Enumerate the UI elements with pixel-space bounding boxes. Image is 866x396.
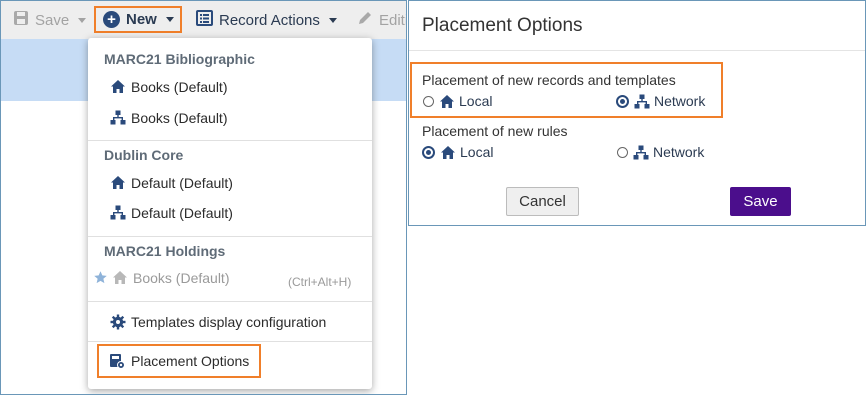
keyboard-shortcut: (Ctrl+Alt+H) [288,275,352,289]
pencil-icon [357,10,373,30]
menu-item-label: Templates display configuration [131,313,327,330]
network-icon [634,94,650,109]
placement-options-dialog: Placement Options Placement of new recor… [408,0,866,226]
menu-divider [88,140,372,141]
records-local-radio[interactable]: Local [423,93,492,109]
highlight-box [410,62,723,118]
local-label: Local [459,93,493,109]
network-label: Network [653,144,705,160]
menu-item-label: Books (Default) [131,78,228,95]
rules-local-radio[interactable]: Local [422,144,493,160]
radio-unselected [617,146,628,158]
star-icon [92,269,109,286]
menu-header-dublin-core: Dublin Core [104,147,184,163]
network-icon [109,204,126,221]
radio-unselected [423,95,434,107]
chevron-down-icon [78,17,87,23]
plus-circle-icon: + [103,11,120,28]
records-group-label: Placement of new records and templates [422,72,676,88]
menu-header-marc21-holdings: MARC21 Holdings [104,243,226,259]
toolbar: Save + New Record Actions Editi [1,1,406,40]
house-icon [111,269,128,286]
placement-settings-icon [109,353,125,369]
new-dropdown-menu: MARC21 Bibliographic Books (Default) Boo… [88,38,372,389]
chevron-down-icon [328,17,337,23]
edit-toolbar-button[interactable]: Editi [357,1,407,39]
record-icon [196,10,213,30]
rules-network-radio[interactable]: Network [617,144,704,160]
network-label: Network [654,93,706,109]
cancel-button[interactable]: Cancel [506,187,579,216]
record-actions-label: Record Actions [219,11,320,29]
gear-icon [109,313,126,330]
menu-item-marc21-books-local[interactable]: Books (Default) [109,78,227,95]
menu-divider [88,236,372,237]
save-toolbar-label: Save [35,11,70,29]
new-label: New [126,11,157,28]
floppy-disk-icon [13,10,29,30]
save-button[interactable]: Save [730,187,791,216]
menu-item-label: Default (Default) [131,174,233,191]
edit-toolbar-label: Editi [379,11,407,29]
menu-item-templates-display-configuration[interactable]: Templates display configuration [109,313,326,330]
menu-item-dublin-default-network[interactable]: Default (Default) [109,204,233,221]
house-icon [109,78,126,95]
menu-item-label: Placement Options [131,353,250,369]
menu-item-holdings-books-local[interactable]: Books (Default) [92,269,229,286]
dialog-title: Placement Options [422,15,583,36]
save-toolbar-button[interactable]: Save [13,1,87,39]
house-icon [439,94,455,109]
network-icon [633,145,649,160]
menu-item-dublin-default-local[interactable]: Default (Default) [109,174,233,191]
menu-item-label: Books (Default) [133,269,230,286]
records-network-radio[interactable]: Network [616,93,705,109]
local-label: Local [460,144,494,160]
menu-item-marc21-books-network[interactable]: Books (Default) [109,109,227,126]
chevron-down-icon [165,17,174,22]
menu-item-label: Default (Default) [131,204,233,221]
menu-item-placement-options[interactable]: Placement Options [97,344,261,378]
menu-header-marc21-bibliographic: MARC21 Bibliographic [104,51,255,67]
menu-divider [88,301,372,302]
menu-divider [88,341,372,342]
house-icon [109,174,126,191]
radio-selected [422,145,435,159]
menu-item-label: Books (Default) [131,109,228,126]
rules-group-label: Placement of new rules [422,123,568,139]
metadata-editor: Save + New Record Actions Editi MARC21 B… [0,0,407,395]
network-icon [109,109,126,126]
house-icon [440,145,456,160]
dialog-divider [409,50,865,51]
radio-selected [616,94,629,108]
record-actions-button[interactable]: Record Actions [196,1,337,39]
new-button[interactable]: + New [94,6,182,33]
